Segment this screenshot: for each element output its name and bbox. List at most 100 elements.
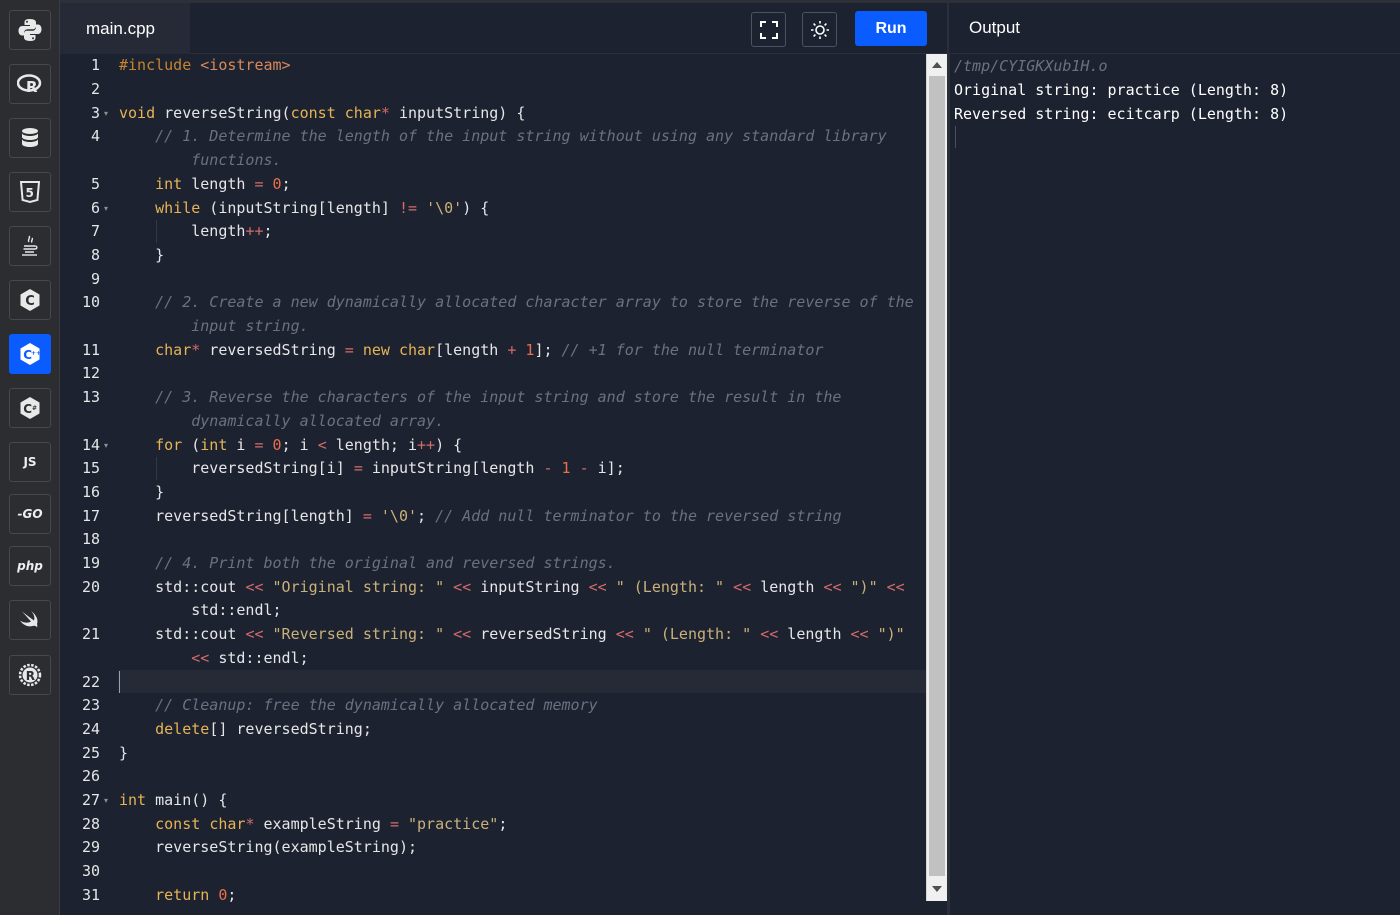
javascript-icon[interactable]: JS: [9, 442, 51, 482]
output-header: Output: [949, 0, 1400, 54]
line-number: 18: [81, 530, 100, 549]
code-line: input string.: [191, 317, 309, 335]
output-cursor: [955, 126, 956, 148]
c-icon[interactable]: C: [9, 280, 51, 320]
go-label: -GO: [17, 507, 43, 521]
line-number: 20: [81, 577, 100, 596]
line-number: 19: [81, 554, 100, 572]
go-icon[interactable]: -GO: [9, 494, 51, 534]
code-line: int length = 0;: [155, 174, 291, 193]
rust-icon[interactable]: R: [9, 655, 51, 695]
java-icon[interactable]: [9, 226, 51, 266]
scrollbar-thumb[interactable]: [929, 76, 945, 876]
code-line: const char* exampleString = "practice";: [155, 814, 508, 833]
svg-text:R: R: [26, 669, 35, 683]
line-number: 12: [81, 364, 100, 383]
code-line: std::cout << "Original string: " << inpu…: [119, 577, 905, 596]
line-number: 5: [90, 174, 100, 193]
svg-text:#: #: [32, 405, 37, 412]
code-line: }: [119, 743, 129, 762]
file-tab[interactable]: main.cpp: [60, 3, 190, 54]
fold-arrow-icon[interactable]: ▾: [104, 789, 112, 813]
editor-scrollbar[interactable]: [926, 54, 947, 901]
swift-icon[interactable]: [9, 600, 51, 640]
code-line: while (inputString[length] != '\0') {: [155, 198, 490, 217]
database-icon[interactable]: [9, 118, 51, 158]
fold-arrow-icon[interactable]: ▾: [104, 197, 112, 221]
code-line: reverseString(exampleString);: [119, 838, 418, 857]
fullscreen-icon: [759, 20, 778, 39]
sun-icon: [810, 20, 829, 39]
line-number: 10: [81, 293, 100, 312]
theme-toggle-button[interactable]: [802, 12, 837, 47]
svg-text:++: ++: [31, 350, 41, 357]
cpp-icon[interactable]: C ++: [9, 334, 51, 374]
code-line: // Cleanup: free the dynamically allocat…: [155, 696, 598, 715]
code-line: int main() {: [119, 791, 228, 809]
line-number: 21: [81, 625, 100, 644]
code-line: << std::endl;: [191, 648, 309, 667]
code-line: }: [119, 245, 165, 264]
editor-header: main.cpp Run: [60, 0, 947, 54]
line-number: 25: [81, 743, 100, 762]
line-number: 7: [90, 222, 100, 241]
code-line: char* reversedString = new char[length +…: [155, 340, 824, 359]
output-line: Original string: practice (Length: 8): [954, 81, 1289, 99]
line-number: 24: [81, 719, 100, 738]
run-button[interactable]: Run: [855, 11, 927, 46]
active-line-highlight: [118, 669, 926, 694]
code-editor[interactable]: 1 2 3 ▾ 4 5 6 ▾ 7 8 9 10 11 12 13 14 ▾ 1…: [60, 54, 926, 915]
code-line: // 1. Determine the length of the input …: [155, 127, 887, 146]
line-number: 31: [81, 885, 100, 904]
svg-text:C: C: [25, 294, 35, 309]
line-number: 13: [81, 388, 100, 407]
fold-arrow-icon[interactable]: ▾: [104, 434, 112, 458]
fullscreen-button[interactable]: [751, 12, 786, 47]
line-number: 15: [81, 459, 100, 478]
line-number: 16: [81, 482, 100, 501]
line-number: 9: [90, 269, 100, 288]
code-line: std::cout << "Reversed string: " << reve…: [119, 625, 905, 644]
scroll-down-arrow-icon[interactable]: [932, 886, 942, 892]
line-number: 30: [81, 862, 100, 881]
php-icon[interactable]: php: [9, 546, 51, 586]
scroll-up-arrow-icon[interactable]: [932, 62, 942, 68]
code-line: for (int i = 0; i < length; i++) {: [155, 435, 463, 454]
code-line: reversedString[i] = inputString[length -…: [119, 459, 625, 478]
code-line: }: [119, 482, 165, 501]
line-number: 29: [81, 838, 100, 857]
line-number: 26: [81, 767, 100, 786]
line-number: 2: [90, 80, 100, 98]
output-title: Output: [969, 18, 1021, 37]
line-number: 4: [90, 127, 100, 146]
code-line: std::endl;: [119, 601, 282, 620]
html5-icon[interactable]: 5: [9, 172, 51, 212]
line-number: 22: [81, 672, 100, 691]
fold-arrow-icon[interactable]: ▾: [104, 102, 112, 126]
csharp-icon[interactable]: C #: [9, 388, 51, 428]
text-cursor: [119, 670, 120, 693]
line-number: 17: [81, 506, 100, 525]
output-panel[interactable]: /tmp/CYIGKXub1H.o Original string: pract…: [949, 54, 1400, 915]
output-file-path: /tmp/CYIGKXub1H.o: [954, 57, 1108, 75]
svg-text:R: R: [26, 78, 38, 96]
svg-text:C: C: [23, 402, 32, 416]
file-tab-label: main.cpp: [86, 18, 155, 38]
output-line: Reversed string: ecitcarp (Length: 8): [954, 105, 1289, 123]
code-line: dynamically allocated array.: [191, 411, 445, 430]
javascript-label: JS: [23, 455, 37, 469]
code-line: return 0;: [155, 885, 237, 904]
line-number: 1: [90, 56, 100, 75]
line-number: 23: [81, 696, 100, 715]
line-number: 11: [81, 340, 100, 359]
code-line: // 2. Create a new dynamically allocated…: [155, 293, 914, 312]
line-number: 28: [81, 814, 100, 833]
php-label: php: [17, 559, 43, 573]
code-line: #include <iostream>: [119, 56, 291, 75]
code-line: functions.: [191, 151, 282, 170]
language-sidebar: R 5 C C ++ C # JS -GO php R: [0, 0, 60, 915]
code-line: // 4. Print both the original and revers…: [155, 554, 616, 572]
python-icon[interactable]: [9, 10, 51, 50]
r-icon[interactable]: R: [9, 64, 51, 104]
code-line: void reverseString(const char* inputStri…: [119, 103, 526, 122]
